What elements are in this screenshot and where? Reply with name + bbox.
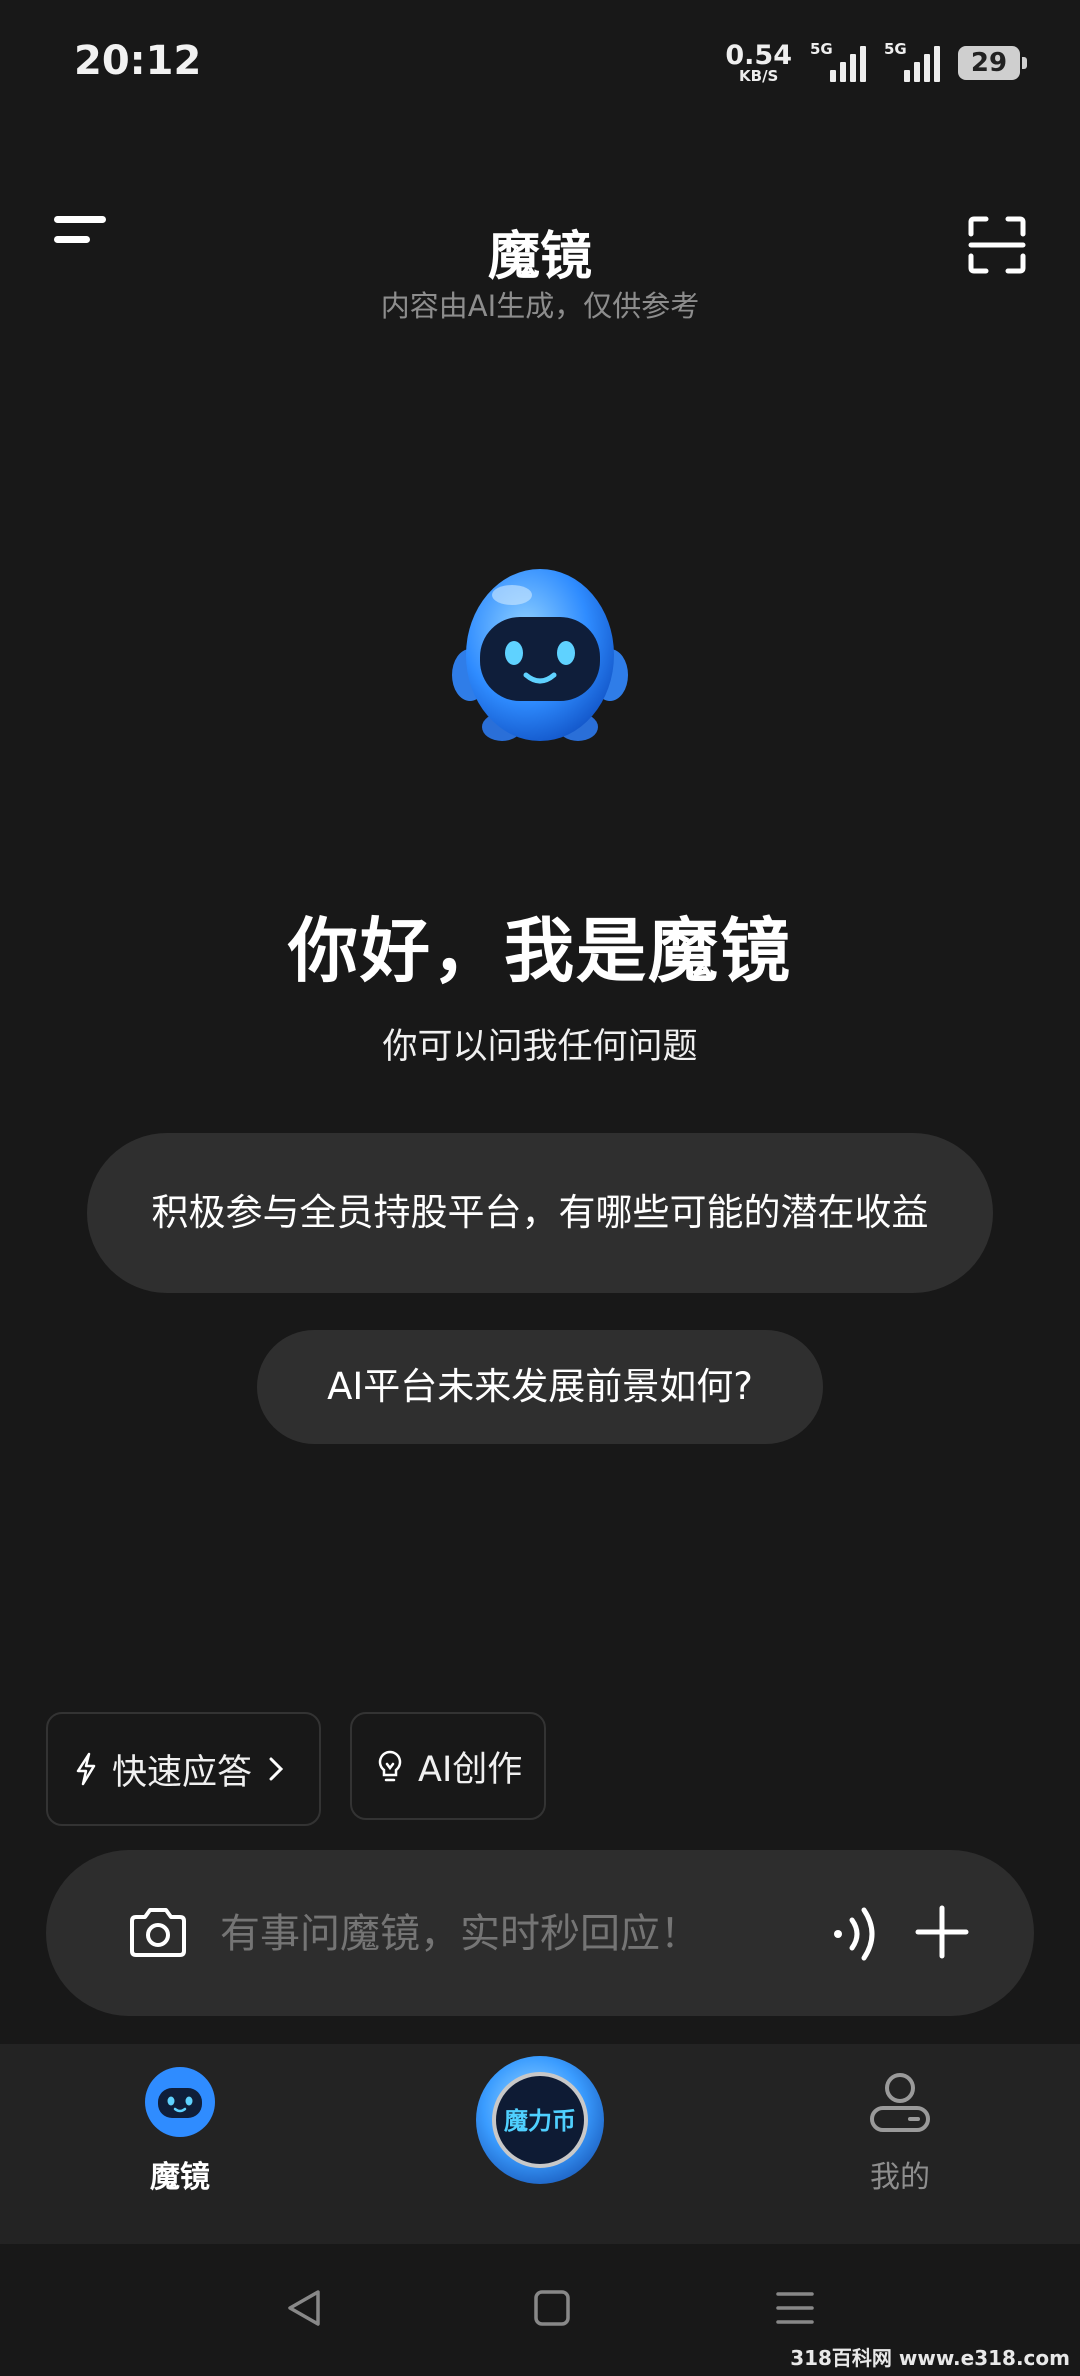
signal-label: 5G bbox=[884, 40, 907, 58]
signal-icon: 5G bbox=[884, 40, 940, 82]
home-icon[interactable] bbox=[532, 2288, 572, 2328]
camera-icon[interactable] bbox=[128, 1905, 188, 1961]
status-time: 20:12 bbox=[74, 38, 202, 84]
recent-apps-icon[interactable] bbox=[774, 2288, 816, 2328]
voice-icon[interactable] bbox=[828, 1904, 888, 1964]
back-icon[interactable] bbox=[282, 2286, 326, 2330]
suggestion-chip[interactable]: 积极参与全员持股平台，有哪些可能的潜在收益 bbox=[87, 1133, 993, 1293]
nav-item-mine[interactable]: 我的 bbox=[840, 2066, 960, 2196]
page-title: 魔镜 bbox=[487, 227, 592, 287]
ai-create-button[interactable]: AI创作 bbox=[350, 1712, 546, 1820]
chat-input[interactable] bbox=[218, 1900, 762, 1968]
suggestion-chip[interactable]: AI平台未来发展前景如何? bbox=[257, 1330, 823, 1444]
profile-icon bbox=[870, 2073, 930, 2132]
robot-icon bbox=[145, 2067, 215, 2137]
net-speed-value: 0.54 bbox=[725, 40, 792, 71]
page-subtitle: 内容由AI生成，仅供参考 bbox=[380, 289, 700, 323]
net-speed: 0.54 KB/S bbox=[725, 42, 792, 84]
watermark: 318百科网 www.e318.com bbox=[790, 2346, 1070, 2370]
coin-label: 魔力币 bbox=[504, 2107, 576, 2135]
greeting-title: 你好，我是魔镜 bbox=[288, 910, 792, 992]
nav-label: 我的 bbox=[870, 2160, 930, 2195]
lightning-icon bbox=[76, 1752, 96, 1786]
magic-coin-button[interactable]: 魔力币 bbox=[474, 2054, 606, 2186]
battery-icon: 29 bbox=[958, 46, 1027, 80]
robot-mascot-icon bbox=[452, 569, 628, 741]
scan-icon[interactable] bbox=[968, 216, 1026, 274]
signal-label: 5G bbox=[810, 40, 833, 58]
nav-item-mojing[interactable]: 魔镜 bbox=[120, 2066, 240, 2196]
status-icons: 0.54 KB/S 5G 5G 29 bbox=[725, 38, 1027, 88]
lightbulb-icon bbox=[378, 1750, 402, 1782]
net-speed-unit: KB/S bbox=[739, 67, 779, 85]
greeting-subtitle: 你可以问我任何问题 bbox=[382, 1027, 698, 1067]
ai-create-label: AI创作 bbox=[418, 1749, 523, 1790]
chevron-right-icon bbox=[269, 1757, 284, 1781]
quick-answer-label: 快速应答 bbox=[112, 1752, 253, 1793]
signal-icon: 5G bbox=[810, 40, 866, 82]
plus-icon[interactable] bbox=[914, 1904, 970, 1960]
quick-answer-button[interactable]: 快速应答 bbox=[46, 1712, 321, 1826]
nav-label: 魔镜 bbox=[150, 2160, 210, 2195]
